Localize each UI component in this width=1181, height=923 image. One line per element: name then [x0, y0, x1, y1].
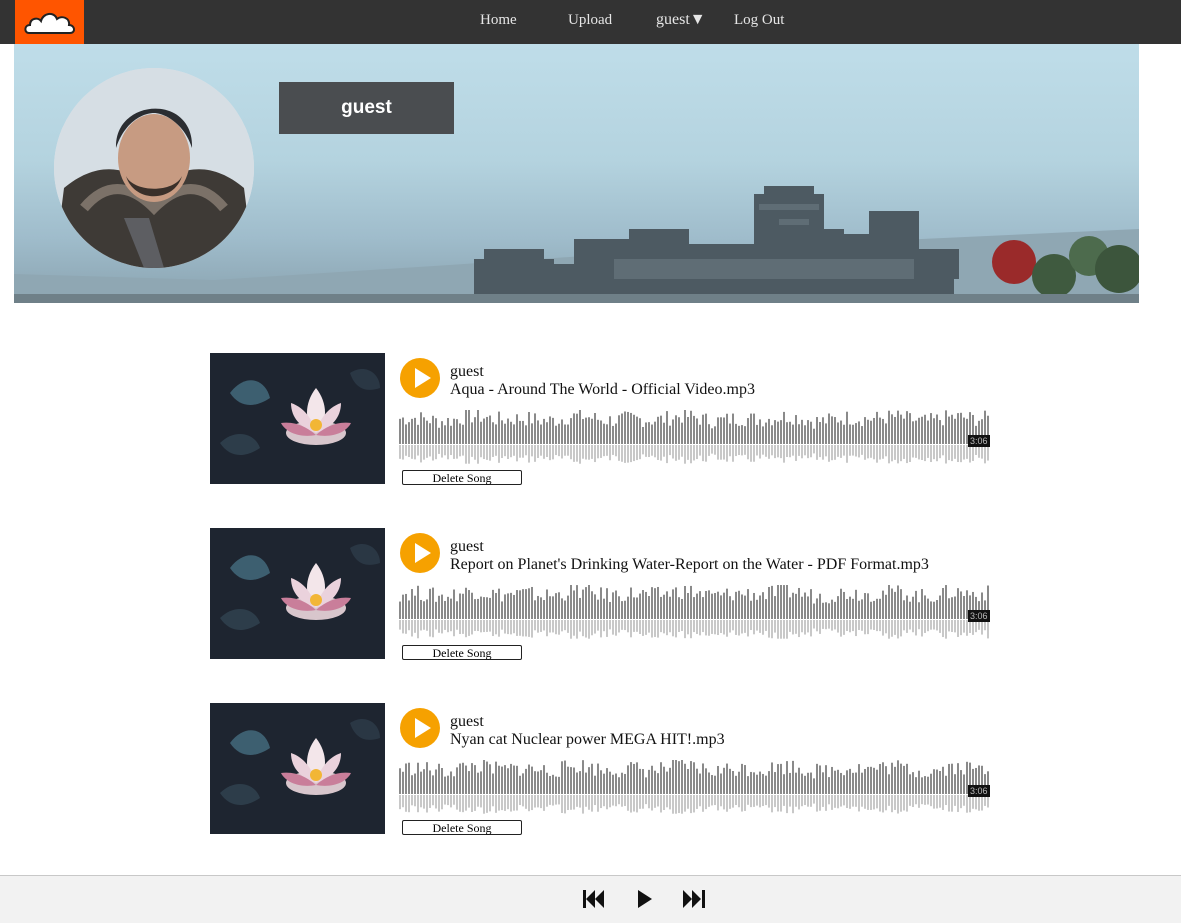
song-play-button[interactable]	[400, 533, 440, 573]
delete-song-button[interactable]: Delete Song	[402, 470, 522, 485]
nav-upload-link[interactable]: Upload	[568, 12, 612, 29]
song-item: guest Report on Planet's Drinking Water-…	[210, 528, 1000, 660]
lotus-image	[210, 528, 385, 659]
song-play-button[interactable]	[400, 708, 440, 748]
cloud-logo-icon	[24, 13, 75, 34]
logo[interactable]	[15, 0, 84, 44]
previous-icon[interactable]	[583, 890, 605, 908]
play-icon[interactable]	[637, 890, 653, 908]
song-duration: 3:06	[968, 785, 990, 797]
lotus-image	[210, 703, 385, 834]
song-uploader[interactable]: guest	[450, 538, 484, 556]
profile-avatar	[54, 68, 254, 268]
song-title[interactable]: Report on Planet's Drinking Water-Report…	[450, 556, 929, 574]
song-duration: 3:06	[968, 610, 990, 622]
delete-song-button[interactable]: Delete Song	[402, 820, 522, 835]
song-item: guest Nyan cat Nuclear power MEGA HIT!.m…	[210, 703, 1000, 835]
song-item: guest Aqua - Around The World - Official…	[210, 353, 1000, 485]
song-cover-image	[210, 353, 385, 484]
song-waveform[interactable]	[399, 758, 989, 816]
next-icon[interactable]	[683, 890, 705, 908]
avatar-image	[54, 68, 254, 268]
song-cover-image	[210, 703, 385, 834]
song-cover-image	[210, 528, 385, 659]
nav-home-link[interactable]: Home	[480, 12, 517, 29]
song-play-button[interactable]	[400, 358, 440, 398]
song-duration: 3:06	[968, 435, 990, 447]
song-title[interactable]: Nyan cat Nuclear power MEGA HIT!.mp3	[450, 731, 725, 749]
profile-username: guest	[279, 82, 454, 134]
song-waveform[interactable]	[399, 583, 989, 641]
song-title[interactable]: Aqua - Around The World - Official Video…	[450, 381, 755, 399]
song-waveform[interactable]	[399, 408, 989, 466]
profile-banner: guest	[14, 44, 1139, 303]
bottom-player-bar	[0, 875, 1181, 923]
song-uploader[interactable]: guest	[450, 713, 484, 731]
nav-logout-link[interactable]: Log Out	[734, 12, 784, 29]
user-menu-dropdown[interactable]: guest▼	[656, 11, 706, 29]
top-navbar: Home Upload guest▼ Log Out	[0, 0, 1181, 44]
delete-song-button[interactable]: Delete Song	[402, 645, 522, 660]
song-uploader[interactable]: guest	[450, 363, 484, 381]
lotus-image	[210, 353, 385, 484]
